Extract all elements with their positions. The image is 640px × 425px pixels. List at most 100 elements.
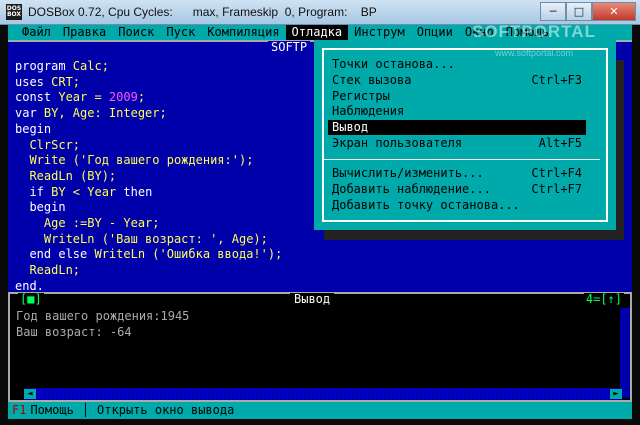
output-horizontal-scrollbar[interactable]: ◄ ► [24, 388, 622, 400]
menu-item-shortcut: Alt+F5 [538, 136, 582, 150]
debug-menu-item[interactable]: Добавить точку останова... [328, 198, 586, 213]
code-token: end. [15, 278, 44, 293]
close-button[interactable]: ✕ [592, 2, 636, 21]
dosbox-icon: DOS BOX [6, 4, 22, 20]
menu-item-shortcut: Ctrl+F4 [531, 166, 582, 180]
code-token: Age :=BY - Year; [15, 216, 160, 231]
menu-item[interactable]: Опции [411, 25, 459, 40]
code-line: const Year = 2009; [15, 90, 282, 106]
code-token: const [15, 90, 52, 105]
code-token: ; [137, 90, 146, 105]
code-token: then [123, 184, 153, 199]
code-line: uses CRT; [15, 75, 282, 91]
code-token: ); [238, 153, 254, 168]
softportal-watermark: SOFTPORTAL [472, 22, 596, 41]
code-token: ClrScr; [15, 137, 81, 152]
menu-item[interactable]: Компиляция [201, 25, 285, 40]
code-token: end else [29, 247, 88, 262]
code-token: 2009 [108, 90, 138, 105]
menu-item-label: Экран пользователя [332, 136, 463, 150]
code-token: uses [15, 74, 44, 89]
window-controls: ─ □ ✕ [540, 2, 636, 21]
code-line: end else WriteLn ('Ошибка ввода!'); [15, 247, 282, 263]
code-token: begin [15, 121, 52, 136]
status-separator: │ [81, 403, 90, 417]
menu-item[interactable]: Файл [16, 25, 57, 40]
debug-menu-item[interactable]: Стек вызова Ctrl+F3 [328, 73, 586, 88]
code-token: Write ( [15, 153, 81, 168]
code-token: begin [29, 200, 66, 215]
menu-item-label: Стек вызова [332, 72, 412, 87]
code-token: 'Ошибка ввода!' [159, 247, 268, 262]
code-token: ReadLn; [15, 263, 81, 278]
menu-item[interactable]: Поиск [112, 25, 160, 40]
menu-item-label: Вывод [332, 120, 369, 135]
code-line: ReadLn; [15, 263, 282, 279]
output-vertical-scrollbar[interactable] [620, 308, 630, 398]
code-token: , Age); [217, 231, 268, 246]
code-token: WriteLn ( [87, 247, 160, 262]
code-line: WriteLn ('Ваш возраст: ', Age); [15, 232, 282, 248]
debug-menu-item[interactable]: Экран пользователя Alt+F5 [328, 136, 586, 151]
code-area[interactable]: program Calc; uses CRT; const Year = 2009;… [15, 59, 282, 295]
output-close-marker[interactable]: [■] [18, 293, 44, 305]
output-line: Ваш возраст: -64 [16, 325, 132, 339]
status-bar: F1 Помощь │ Открыть окно вывода [8, 402, 632, 419]
code-token: BY < Year [43, 184, 124, 199]
scroll-track[interactable] [36, 389, 610, 399]
debug-menu-item[interactable]: Вывод [328, 120, 586, 136]
maximize-button[interactable]: □ [566, 2, 592, 21]
code-token: var [15, 106, 37, 121]
code-line: ReadLn (BY); [15, 169, 282, 185]
dos-screen: Файл Правка Поиск Пуск Компиляция Отладка Инст… [8, 25, 632, 419]
menu-item[interactable]: Отладка [285, 25, 349, 40]
menu-item-label: Точки останова... [332, 57, 455, 71]
output-title: Вывод [290, 293, 335, 305]
menu-item-label: Наблюдения [332, 104, 405, 119]
code-line: begin [15, 200, 282, 216]
editor-title: SOFTP [268, 41, 311, 54]
code-line: ClrScr; [15, 138, 282, 154]
code-line: if BY < Year then [15, 185, 282, 201]
softportal-url: www.softportal.com [495, 48, 574, 58]
menu-item-label: Добавить точку останова... [332, 197, 520, 212]
output-line: Год вашего рождения:1945 [16, 309, 190, 323]
menu-separator [322, 159, 600, 160]
menu-item-label: Вычислить/изменить... [332, 166, 484, 180]
menu-item[interactable]: Пуск [160, 25, 201, 40]
code-token: BY, Age: Integer; [36, 106, 167, 121]
debug-menu-item[interactable]: Регистры [328, 89, 586, 104]
code-token: program [15, 59, 66, 73]
debug-menu-item[interactable]: Добавить наблюдение... Ctrl+F7 [328, 182, 586, 197]
debug-menu-item[interactable]: Точки останова... [328, 57, 586, 72]
output-window[interactable]: [■] Вывод 4=[↑] Год вашего рождения:1945… [8, 292, 632, 402]
debug-menu: Точки останова... Стек вызова Ctrl+F3 Регис… [314, 40, 616, 230]
help-label[interactable]: Помощь [30, 402, 73, 419]
menu-item-label: Добавить наблюдение... [332, 181, 491, 196]
debug-menu-item[interactable]: Наблюдения [328, 104, 586, 119]
code-token: if [29, 184, 44, 199]
scroll-left-arrow-icon[interactable]: ◄ [24, 389, 36, 399]
code-line: begin [15, 122, 282, 138]
code-token: 'Ваш возраст: ' [108, 231, 218, 246]
code-line: Write ('Год вашего рождения:'); [15, 153, 282, 169]
code-token: CRT; [43, 74, 81, 89]
minimize-button[interactable]: ─ [540, 2, 566, 21]
code-token: 'Год вашего рождения:' [80, 153, 239, 168]
output-title-bar: [■] Вывод 4=[↑] [10, 293, 630, 307]
menu-item-shortcut: Ctrl+F7 [531, 181, 582, 196]
scroll-right-arrow-icon[interactable]: ► [610, 389, 622, 399]
code-token: ); [267, 247, 283, 262]
menu-item[interactable]: Правка [57, 25, 112, 40]
code-token: WriteLn ( [15, 231, 109, 246]
output-zoom-marker[interactable]: 4=[↑] [583, 293, 624, 305]
code-line: Age :=BY - Year; [15, 216, 282, 232]
help-key[interactable]: F1 [12, 402, 26, 419]
status-hint: Открыть окно вывода [97, 403, 235, 417]
debug-menu-item[interactable]: Вычислить/изменить... Ctrl+F4 [328, 166, 586, 181]
menu-item-label: Регистры [332, 88, 390, 103]
code-line: var BY, Age: Integer; [15, 106, 282, 122]
menu-item[interactable]: Инструм [348, 25, 411, 40]
